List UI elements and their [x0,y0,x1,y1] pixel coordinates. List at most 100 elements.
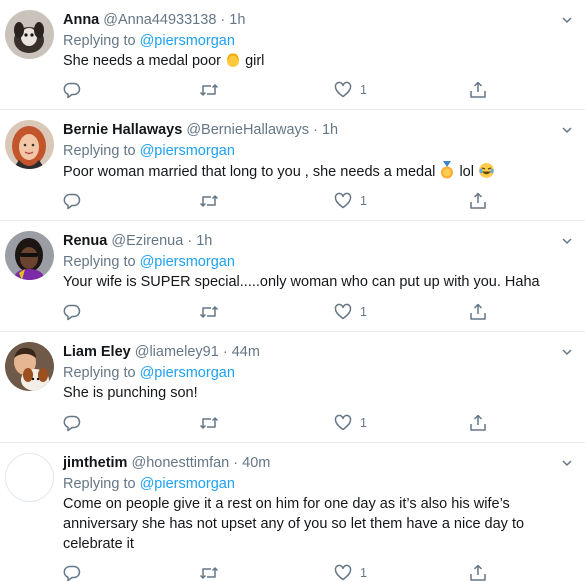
username[interactable]: @liameley91 [135,344,219,360]
timestamp[interactable]: 1h [322,122,338,138]
avatar[interactable] [5,10,54,59]
share-button[interactable] [469,191,487,211]
reply-feed: Anna @Anna44933138 · 1h Replying to @pie… [0,0,585,582]
mention-link[interactable]: @piersmorgan [140,254,235,270]
tweet-text: She needs a medal poor girl [63,51,573,74]
chevron-down-icon[interactable] [561,456,573,468]
avatar[interactable] [5,120,54,169]
chevron-down-icon[interactable] [561,234,573,246]
tweet-bernie-hallaways[interactable]: Bernie Hallaways @BernieHallaways · 1h R… [0,110,585,221]
avatar[interactable] [5,231,54,280]
reply-button[interactable] [63,563,81,582]
tweet-text-part: Poor woman married that long to you , sh… [63,164,436,180]
replying-to: Replying to @piersmorgan [63,252,573,272]
chevron-down-icon[interactable] [561,123,573,135]
avatar[interactable] [5,342,54,391]
display-name[interactable]: jimthetim [63,455,127,471]
separator-dot: · [220,12,226,28]
retweet-icon [199,303,219,321]
retweet-button[interactable] [199,563,219,582]
reply-icon [63,81,81,99]
tweet-text-part: girl [245,53,265,69]
replying-to: Replying to @piersmorgan [63,31,573,51]
retweet-button[interactable] [199,80,219,100]
display-name[interactable]: Anna [63,12,99,28]
like-count: 1 [360,416,367,430]
tweet-text: Poor woman married that long to you , sh… [63,161,573,185]
reply-button[interactable] [63,302,81,322]
like-icon [334,414,352,432]
display-name[interactable]: Liam Eley [63,344,131,360]
share-icon [469,81,487,99]
tweet-header: jimthetim @honesttimfan · 40m [63,453,573,473]
like-icon [334,192,352,210]
like-button[interactable]: 1 [334,191,367,211]
mention-link[interactable]: @piersmorgan [140,476,235,492]
like-button[interactable]: 1 [334,563,367,582]
separator-dot: · [187,233,193,249]
tweet-actions: 1 [63,80,493,100]
tweet-actions: 1 [63,563,493,582]
username[interactable]: @BernieHallaways [186,122,309,138]
like-button[interactable]: 1 [334,413,367,433]
tweet-header: Anna @Anna44933138 · 1h [63,10,573,30]
reply-button[interactable] [63,80,81,100]
chevron-down-icon[interactable] [561,345,573,357]
replying-to: Replying to @piersmorgan [63,141,573,161]
share-button[interactable] [469,413,487,433]
tweet-actions: 1 [63,191,493,211]
retweet-button[interactable] [199,302,219,322]
replying-to: Replying to @piersmorgan [63,363,573,383]
tweet-anna[interactable]: Anna @Anna44933138 · 1h Replying to @pie… [0,0,585,110]
like-count: 1 [360,305,367,319]
display-name[interactable]: Renua [63,233,107,249]
separator-dot: · [313,122,318,138]
retweet-button[interactable] [199,191,219,211]
tweet-jimthetim[interactable]: jimthetim @honesttimfan · 40m Replying t… [0,443,585,582]
laughing-emoji-icon [478,162,495,185]
username[interactable]: @Anna44933138 [103,12,216,28]
retweet-icon [199,414,219,432]
display-name[interactable]: Bernie Hallaways [63,122,182,138]
like-count: 1 [360,566,367,580]
tweet-text: She is punching son! [63,385,198,401]
timestamp[interactable]: 44m [232,344,260,360]
reply-button[interactable] [63,191,81,211]
timestamp[interactable]: 1h [196,233,212,249]
mention-link[interactable]: @piersmorgan [140,33,235,49]
username[interactable]: @honesttimfan [131,455,229,471]
retweet-icon [199,192,219,210]
like-button[interactable]: 1 [334,80,367,100]
replying-to-label: Replying to [63,254,136,270]
reply-icon [63,303,81,321]
chevron-down-icon[interactable] [561,13,573,25]
share-icon [469,564,487,582]
timestamp[interactable]: 1h [229,12,245,28]
person-emoji-icon [225,52,241,74]
like-button[interactable]: 1 [334,302,367,322]
share-icon [469,303,487,321]
replying-to-label: Replying to [63,33,136,49]
like-count: 1 [360,83,367,97]
tweet-header: Renua @Ezirenua · 1h [63,231,573,251]
reply-icon [63,564,81,582]
tweet-liam-eley[interactable]: Liam Eley @liameley91 · 44m Replying to … [0,332,585,443]
mention-link[interactable]: @piersmorgan [140,365,235,381]
tweet-renua[interactable]: Renua @Ezirenua · 1h Replying to @piersm… [0,221,585,332]
avatar[interactable] [5,453,54,502]
reply-button[interactable] [63,413,81,433]
mention-link[interactable]: @piersmorgan [140,143,235,159]
separator-dot: · [222,344,228,360]
username[interactable]: @Ezirenua [111,233,183,249]
share-button[interactable] [469,563,487,582]
share-button[interactable] [469,302,487,322]
like-count: 1 [360,194,367,208]
share-icon [469,192,487,210]
timestamp[interactable]: 40m [242,455,270,471]
replying-to-label: Replying to [63,365,136,381]
tweet-text: Come on people give it a rest on him for… [63,496,525,552]
replying-to-label: Replying to [63,476,136,492]
tweet-header: Bernie Hallaways @BernieHallaways · 1h [63,120,573,140]
retweet-button[interactable] [199,413,219,433]
share-button[interactable] [469,80,487,100]
